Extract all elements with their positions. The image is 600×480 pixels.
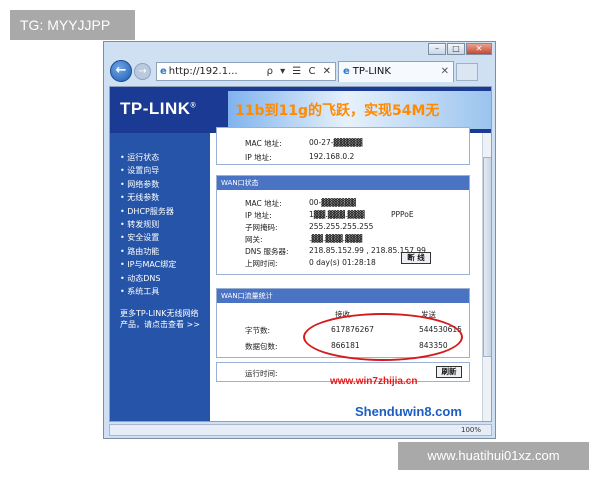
wan-mac-value: 00-▓▓▓▓▓▓ bbox=[309, 198, 356, 207]
browser-window: – □ ✕ ← → e http://192.1... ρ ▾ ☰ C ✕ e TP… bbox=[103, 41, 496, 439]
lan-panel: MAC 地址: 00-27-▓▓▓▓▓ IP 地址: 192.168.0.2 bbox=[216, 127, 470, 165]
wan-ip-type: PPPoE bbox=[391, 210, 414, 219]
ie-icon: e bbox=[160, 66, 167, 77]
sidebar-item-forwarding[interactable]: 转发规则 bbox=[120, 218, 176, 231]
tab-tp-link[interactable]: e TP-LINK ✕ bbox=[338, 61, 454, 82]
packets-label: 数据包数: bbox=[245, 342, 278, 351]
wan-uptime-value: 0 day(s) 01:28:18 bbox=[309, 258, 376, 267]
minimize-button[interactable]: – bbox=[428, 43, 446, 55]
wan-uptime-label: 上网时间: bbox=[245, 259, 278, 268]
sidebar-item-ip-mac[interactable]: IP与MAC绑定 bbox=[120, 258, 176, 271]
zoom-level[interactable]: 100% bbox=[461, 425, 481, 435]
sidebar-item-status[interactable]: 运行状态 bbox=[120, 151, 176, 164]
sidebar-item-security[interactable]: 安全设置 bbox=[120, 231, 176, 244]
lan-ip-label: IP 地址: bbox=[245, 153, 272, 162]
banner-slogan: 11b到11g的飞跃，实现54M无 bbox=[235, 103, 440, 119]
menu-list: 运行状态 设置向导 网络参数 无线参数 DHCP服务器 转发规则 安全设置 路由… bbox=[120, 151, 176, 298]
sidebar-item-tools[interactable]: 系统工具 bbox=[120, 285, 176, 298]
maximize-button[interactable]: □ bbox=[447, 43, 465, 55]
window-controls: – □ ✕ bbox=[428, 43, 492, 55]
new-tab-button[interactable] bbox=[456, 63, 478, 81]
wan-gateway-label: 网关: bbox=[245, 235, 263, 244]
tab-close-icon[interactable]: ✕ bbox=[441, 62, 449, 82]
sidebar-item-dhcp[interactable]: DHCP服务器 bbox=[120, 205, 176, 218]
tab-title: TP-LINK bbox=[352, 66, 391, 77]
page-viewport: TP-LINK® 11b到11g的飞跃，实现54M无 运行状态 设置向导 网络参… bbox=[109, 86, 492, 422]
watermark-bottom-right: www.huatihui01xz.com bbox=[398, 442, 589, 470]
tp-link-logo: TP-LINK® bbox=[120, 99, 197, 118]
wan-ip-value: 1▓▓.▓▓▓.▓▓▓ bbox=[309, 210, 365, 219]
sidebar-item-wizard[interactable]: 设置向导 bbox=[120, 164, 176, 177]
close-window-button[interactable]: ✕ bbox=[466, 43, 492, 55]
wan-gateway-value: .▓▓.▓▓▓.▓▓▓ bbox=[309, 234, 363, 243]
sidebar-item-wireless[interactable]: 无线参数 bbox=[120, 191, 176, 204]
wan-mask-label: 子网掩码: bbox=[245, 223, 278, 232]
address-text: http://192.1... bbox=[168, 66, 238, 77]
sidebar-item-routing[interactable]: 路由功能 bbox=[120, 245, 176, 258]
site-watermark: www.win7zhijia.cn bbox=[330, 376, 418, 387]
highlight-ellipse bbox=[303, 313, 463, 361]
scrollbar-thumb[interactable] bbox=[483, 157, 491, 357]
sidebar-item-network[interactable]: 网络参数 bbox=[120, 178, 176, 191]
navigation-bar: ← → e http://192.1... ρ ▾ ☰ C ✕ e TP-LINK … bbox=[110, 60, 490, 82]
traffic-panel-title: WAN口流量统计 bbox=[217, 289, 469, 303]
wan-dns-label: DNS 服务器: bbox=[245, 247, 289, 256]
bytes-label: 字节数: bbox=[245, 326, 271, 335]
address-bar[interactable]: e http://192.1... ρ ▾ ☰ C ✕ bbox=[156, 62, 336, 81]
refresh-button[interactable]: 刷新 bbox=[436, 366, 462, 378]
wan-panel: WAN口状态 MAC 地址: 00-▓▓▓▓▓▓ IP 地址: 1▓▓.▓▓▓.… bbox=[216, 175, 470, 275]
lan-ip-value: 192.168.0.2 bbox=[309, 152, 355, 161]
disconnect-button[interactable]: 断 线 bbox=[401, 252, 431, 264]
more-products-link[interactable]: 更多TP-LINK无线网络 产品，请点击查看 >> bbox=[120, 308, 208, 330]
status-bar: 100% bbox=[109, 424, 492, 436]
tab-ie-icon: e bbox=[343, 66, 350, 77]
watermark-top-left: TG: MYYJJPP bbox=[10, 10, 135, 40]
wan-mask-value: 255.255.255.255 bbox=[309, 222, 374, 231]
back-button[interactable]: ← bbox=[110, 60, 132, 82]
lan-mac-value: 00-27-▓▓▓▓▓ bbox=[309, 138, 363, 147]
wan-mac-label: MAC 地址: bbox=[245, 199, 282, 208]
lan-mac-label: MAC 地址: bbox=[245, 139, 282, 148]
sidebar-menu: 运行状态 设置向导 网络参数 无线参数 DHCP服务器 转发规则 安全设置 路由… bbox=[110, 133, 210, 421]
site-watermark-2: Shenduwin8.com bbox=[355, 404, 462, 419]
sidebar-item-ddns[interactable]: 动态DNS bbox=[120, 272, 176, 285]
wan-ip-label: IP 地址: bbox=[245, 211, 272, 220]
address-controls[interactable]: ρ ▾ ☰ C ✕ bbox=[267, 63, 333, 80]
wan-panel-title: WAN口状态 bbox=[217, 176, 469, 190]
forward-button[interactable]: → bbox=[134, 63, 151, 80]
runtime-label: 运行时间: bbox=[245, 369, 278, 378]
